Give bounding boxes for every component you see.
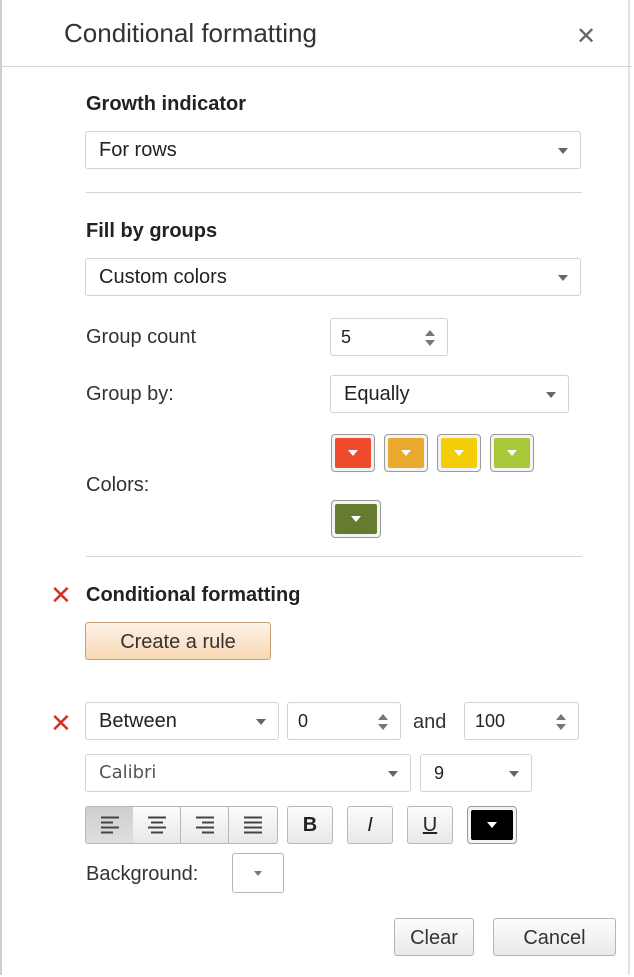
font-family-value: Calibri bbox=[99, 762, 157, 783]
group-by-label: Group by: bbox=[86, 383, 174, 405]
group-color-swatch-5[interactable] bbox=[331, 500, 381, 538]
align-left-icon bbox=[100, 814, 119, 837]
dropdown-arrow-icon bbox=[507, 450, 517, 456]
group-by-select[interactable]: Equally bbox=[330, 375, 569, 413]
dropdown-arrow-icon bbox=[351, 516, 361, 522]
growth-indicator-value: For rows bbox=[99, 139, 177, 161]
chevron-down-icon bbox=[256, 719, 266, 725]
fill-mode-select[interactable]: Custom colors bbox=[85, 258, 581, 296]
align-center-icon bbox=[147, 814, 166, 837]
group-count-value: 5 bbox=[341, 327, 352, 347]
chevron-down-icon bbox=[546, 392, 556, 398]
chevron-down-icon bbox=[509, 771, 519, 777]
group-color-swatch-3[interactable] bbox=[437, 434, 481, 472]
font-family-select[interactable]: Calibri bbox=[85, 754, 411, 792]
and-label: and bbox=[413, 711, 447, 733]
font-size-value: 9 bbox=[434, 763, 445, 783]
underline-button[interactable]: U bbox=[407, 806, 453, 844]
background-color-picker[interactable] bbox=[232, 853, 284, 893]
swatch-fill bbox=[494, 438, 530, 468]
group-color-swatch-1[interactable] bbox=[331, 434, 375, 472]
section-divider bbox=[86, 192, 582, 193]
rule-condition-select[interactable]: Between bbox=[85, 702, 279, 740]
dropdown-arrow-icon bbox=[348, 450, 358, 456]
delete-rule-icon[interactable]: ✕ bbox=[50, 710, 72, 736]
rule-to-value: 100 bbox=[475, 711, 506, 731]
rule-to-stepper[interactable]: 100 bbox=[464, 702, 579, 740]
close-icon[interactable]: ✕ bbox=[576, 22, 596, 51]
italic-button[interactable]: I bbox=[347, 806, 393, 844]
align-left-button[interactable] bbox=[85, 806, 134, 844]
clear-button[interactable]: Clear bbox=[394, 918, 474, 956]
group-count-stepper[interactable]: 5 bbox=[330, 318, 448, 356]
font-color-picker[interactable] bbox=[467, 806, 517, 844]
colors-label: Colors: bbox=[86, 474, 150, 496]
growth-indicator-heading: Growth indicator bbox=[86, 93, 246, 115]
decrement-icon[interactable] bbox=[556, 724, 566, 730]
align-center-button[interactable] bbox=[133, 806, 181, 844]
conditional-formatting-panel: Conditional formatting ✕ Growth indicato… bbox=[0, 0, 632, 975]
increment-icon[interactable] bbox=[556, 714, 566, 720]
fill-mode-value: Custom colors bbox=[99, 266, 227, 288]
dropdown-arrow-icon bbox=[401, 450, 411, 456]
group-color-swatch-2[interactable] bbox=[384, 434, 428, 472]
swatch-fill bbox=[388, 438, 424, 468]
font-color-swatch bbox=[471, 810, 513, 840]
section-divider bbox=[86, 556, 582, 557]
rule-from-stepper[interactable]: 0 bbox=[287, 702, 401, 740]
dropdown-arrow-icon bbox=[454, 450, 464, 456]
panel-title: Conditional formatting bbox=[64, 18, 317, 48]
align-justify-icon bbox=[244, 814, 262, 837]
chevron-down-icon bbox=[558, 148, 568, 154]
header-divider bbox=[2, 66, 632, 67]
rule-from-value: 0 bbox=[298, 711, 309, 731]
growth-indicator-select[interactable]: For rows bbox=[85, 131, 581, 169]
dropdown-arrow-icon bbox=[487, 822, 497, 828]
align-justify-button[interactable] bbox=[229, 806, 278, 844]
cancel-button[interactable]: Cancel bbox=[493, 918, 616, 956]
swatch-fill bbox=[335, 504, 377, 534]
create-rule-button[interactable]: Create a rule bbox=[85, 622, 271, 660]
decrement-icon[interactable] bbox=[425, 340, 435, 346]
chevron-down-icon bbox=[558, 275, 568, 281]
fill-by-groups-heading: Fill by groups bbox=[86, 220, 218, 242]
decrement-icon[interactable] bbox=[378, 724, 388, 730]
increment-icon[interactable] bbox=[378, 714, 388, 720]
align-right-button[interactable] bbox=[181, 806, 229, 844]
rule-condition-value: Between bbox=[99, 710, 177, 732]
bold-button[interactable]: B bbox=[287, 806, 333, 844]
chevron-down-icon bbox=[254, 871, 262, 876]
conditional-formatting-heading: Conditional formatting bbox=[86, 584, 301, 606]
group-count-label: Group count bbox=[86, 326, 197, 348]
group-color-swatch-4[interactable] bbox=[490, 434, 534, 472]
font-size-select[interactable]: 9 bbox=[420, 754, 532, 792]
align-right-icon bbox=[195, 814, 214, 837]
swatch-fill bbox=[335, 438, 371, 468]
increment-icon[interactable] bbox=[425, 330, 435, 336]
background-label: Background: bbox=[86, 863, 199, 885]
remove-conditional-formatting-icon[interactable]: ✕ bbox=[50, 582, 72, 608]
chevron-down-icon bbox=[388, 771, 398, 777]
group-by-value: Equally bbox=[344, 383, 410, 405]
swatch-fill bbox=[441, 438, 477, 468]
